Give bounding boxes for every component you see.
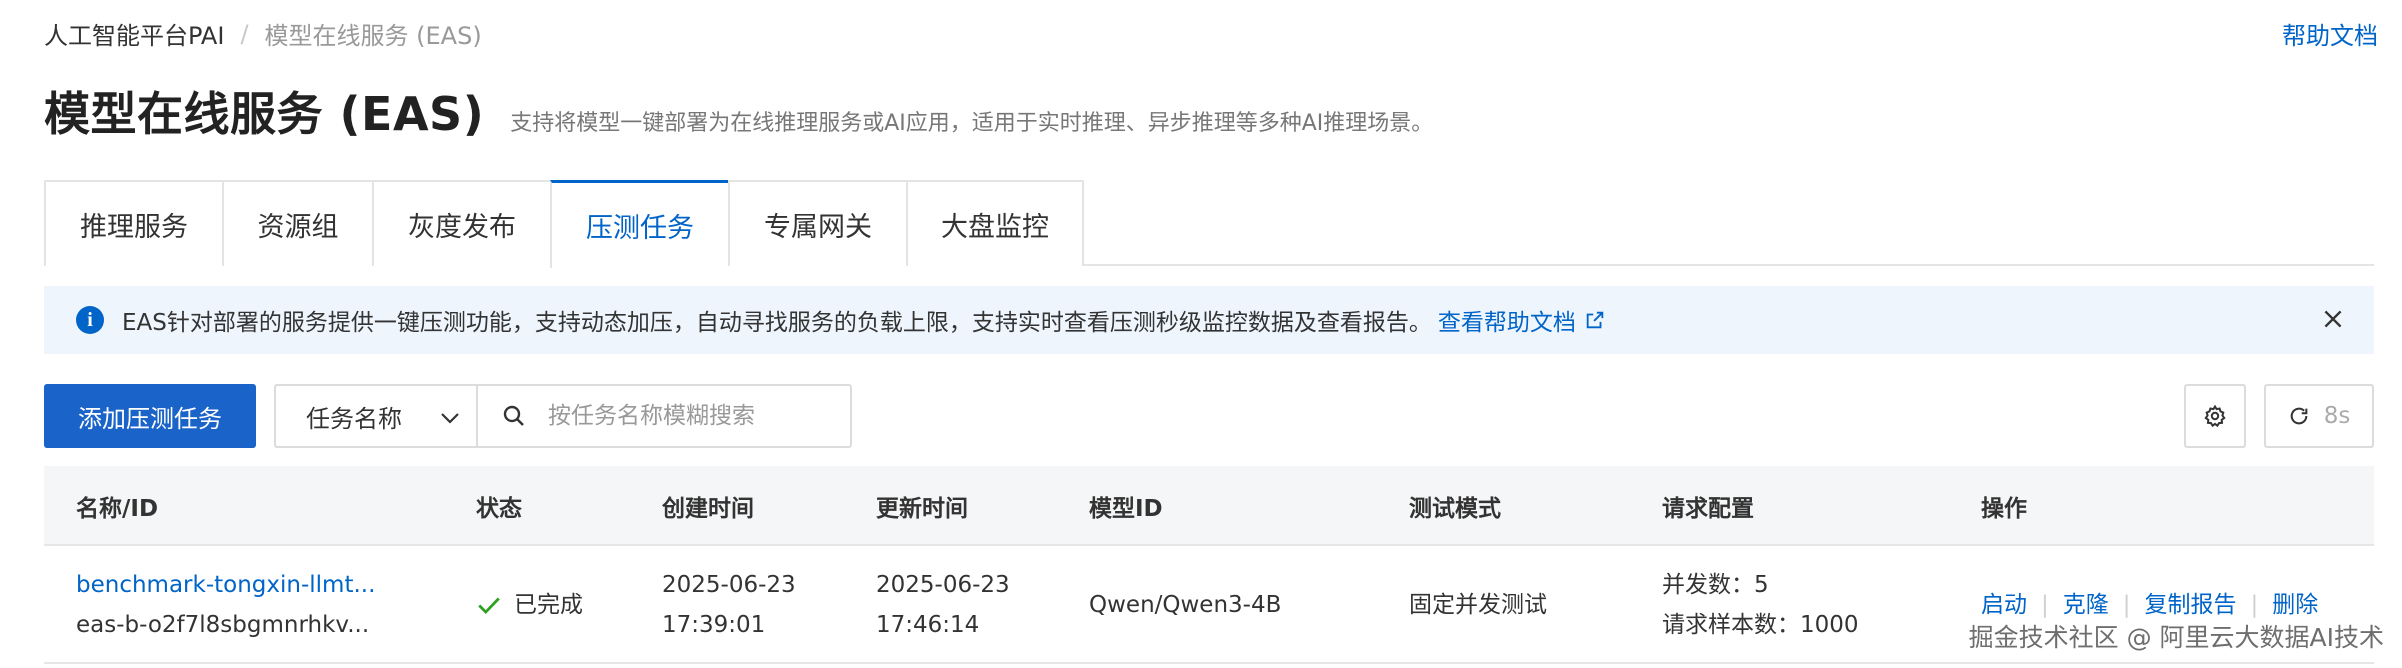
breadcrumb-current: 模型在线服务 (EAS) <box>264 22 482 50</box>
created-time: 17:39:01 <box>662 612 766 638</box>
cell-model-id: Qwen/Qwen3-4B <box>1089 546 1281 664</box>
breadcrumb: 人工智能平台PAI / 模型在线服务 (EAS) <box>44 16 482 51</box>
sample-count: 请求样本数：1000 <box>1662 612 1859 638</box>
chevron-down-icon <box>441 413 459 424</box>
tab-inference-service[interactable]: 推理服务 <box>44 180 222 266</box>
tab-dashboard-monitor[interactable]: 大盘监控 <box>906 180 1084 266</box>
breadcrumb-separator: / <box>240 19 249 48</box>
cell-created: 2025-06-23 17:39:01 <box>662 546 796 664</box>
task-name-link[interactable]: benchmark-tongxin-llmt... <box>76 565 375 605</box>
header-status: 状态 <box>476 496 522 522</box>
search-box <box>476 384 852 448</box>
search-icon <box>503 405 524 426</box>
concurrency: 并发数：5 <box>1662 572 1769 598</box>
tab-bar: 推理服务 资源组 灰度发布 压测任务 专属网关 大盘监控 <box>44 180 2374 268</box>
created-date: 2025-06-23 <box>662 572 796 598</box>
cell-request-config: 并发数：5 请求样本数：1000 <box>1662 546 1859 664</box>
refresh-interval: 8s <box>2323 403 2351 429</box>
notice-help-link[interactable]: 查看帮助文档 <box>1438 303 1606 337</box>
table-header: 名称/ID 状态 创建时间 更新时间 模型ID 测试模式 请求配置 操作 <box>44 466 2374 546</box>
title-row: 模型在线服务 (EAS) 支持将模型一键部署为在线推理服务或AI应用，适用于实时… <box>44 78 1433 144</box>
help-docs-link[interactable]: 帮助文档 <box>2282 16 2378 51</box>
search-field-select-value: 任务名称 <box>306 404 402 433</box>
status-text: 已完成 <box>514 592 583 618</box>
model-id: Qwen/Qwen3-4B <box>1089 592 1282 618</box>
updated-date: 2025-06-23 <box>876 572 1010 598</box>
header-test-mode: 测试模式 <box>1409 496 1501 522</box>
settings-button[interactable] <box>2184 384 2246 448</box>
header-name-id: 名称/ID <box>76 496 159 522</box>
breadcrumb-root[interactable]: 人工智能平台PAI <box>44 16 224 51</box>
external-link-icon <box>1586 311 1604 329</box>
header-request-config: 请求配置 <box>1662 496 1754 522</box>
notice-help-link-label: 查看帮助文档 <box>1437 310 1576 336</box>
refresh-button[interactable]: 8s <box>2264 384 2374 448</box>
info-icon: i <box>76 306 104 334</box>
cell-test-mode: 固定并发测试 <box>1409 546 1547 664</box>
watermark: 掘金技术社区 @ 阿里云大数据AI技术 <box>1968 623 2384 652</box>
search-input[interactable] <box>548 403 828 429</box>
notice-text: EAS针对部署的服务提供一键压测功能，支持动态加压，自动寻找服务的负载上限，支持… <box>122 310 1432 336</box>
test-mode: 固定并发测试 <box>1409 592 1547 618</box>
tab-resource-group[interactable]: 资源组 <box>222 180 372 266</box>
header-operations: 操作 <box>1981 496 2027 522</box>
task-id: eas-b-o2f7l8sbgmnrhkv... <box>76 612 370 638</box>
close-icon[interactable] <box>2320 306 2346 332</box>
cell-status: 已完成 <box>476 546 583 664</box>
header-created: 创建时间 <box>662 496 754 522</box>
cell-updated: 2025-06-23 17:46:14 <box>876 546 1010 664</box>
gear-icon <box>2204 404 2226 428</box>
check-icon <box>478 597 500 615</box>
cell-name-id: benchmark-tongxin-llmt... eas-b-o2f7l8sb… <box>76 546 375 664</box>
header-updated: 更新时间 <box>876 496 968 522</box>
search-field-select[interactable]: 任务名称 <box>274 384 478 448</box>
page-subtitle: 支持将模型一键部署为在线推理服务或AI应用，适用于实时推理、异步推理等多种AI推… <box>510 111 1434 136</box>
tab-canary-release[interactable]: 灰度发布 <box>372 180 550 266</box>
add-stress-task-button[interactable]: 添加压测任务 <box>44 384 256 448</box>
updated-time: 17:46:14 <box>876 612 980 638</box>
refresh-icon <box>2290 407 2308 425</box>
info-notice: i EAS针对部署的服务提供一键压测功能，支持动态加压，自动寻找服务的负载上限，… <box>44 286 2374 354</box>
page-title: 模型在线服务 (EAS) <box>44 87 485 141</box>
toolbar: 添加压测任务 任务名称 8s <box>44 384 2374 450</box>
header-model-id: 模型ID <box>1089 496 1163 522</box>
tab-dedicated-gateway[interactable]: 专属网关 <box>728 180 906 266</box>
tab-stress-test[interactable]: 压测任务 <box>550 180 728 268</box>
